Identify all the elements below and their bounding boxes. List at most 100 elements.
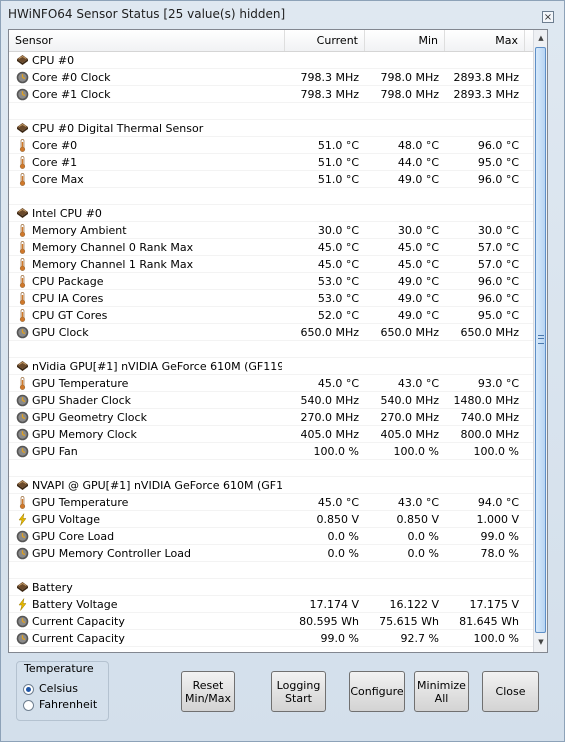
- sensor-row[interactable]: GPU Memory Clock 405.0 MHz 405.0 MHz 800.0 …: [9, 426, 533, 443]
- vertical-scrollbar[interactable]: ▲ ▼: [533, 30, 547, 652]
- sensor-name: Battery: [32, 581, 73, 594]
- window-close-button[interactable]: ×: [542, 11, 554, 23]
- min-value: 92.7 %: [400, 632, 439, 645]
- sensor-name: nVidia GPU[#1] nVIDIA GeForce 610M (GF11…: [32, 360, 282, 373]
- sensor-row[interactable]: GPU Temperature 45.0 °C 43.0 °C 94.0 °C: [9, 494, 533, 511]
- min-value: 405.0 MHz: [380, 428, 439, 441]
- min-value: [365, 52, 439, 69]
- sensor-row[interactable]: Memory Channel 0 Rank Max 45.0 °C 45.0 °C 5…: [9, 239, 533, 256]
- sensor-group-row[interactable]: CPU #0 Digital Thermal Sensor: [9, 120, 533, 137]
- current-value: [285, 188, 359, 205]
- sensor-row[interactable]: Core #1 Clock 798.3 MHz 798.0 MHz 2893.3 MH…: [9, 86, 533, 103]
- min-value: 44.0 °C: [397, 156, 439, 169]
- sensor-group-row[interactable]: Intel CPU #0: [9, 205, 533, 222]
- fahrenheit-radio[interactable]: [23, 700, 34, 711]
- current-value: 45.0 °C: [317, 258, 359, 271]
- min-value: 75.615 Wh: [379, 615, 439, 628]
- logging-start-button[interactable]: Logging Start: [271, 671, 326, 712]
- grip-icon: [538, 335, 544, 344]
- sensor-row[interactable]: Memory Ambient 30.0 °C 30.0 °C 30.0 °C: [9, 222, 533, 239]
- sensor-row[interactable]: CPU IA Cores 53.0 °C 49.0 °C 96.0 °C: [9, 290, 533, 307]
- minimize-button-line2: All: [434, 691, 449, 705]
- table-header: Sensor Current Min Max: [9, 30, 533, 52]
- celsius-radio[interactable]: [23, 684, 34, 695]
- min-value: [365, 188, 439, 205]
- sensor-name: GPU Shader Clock: [32, 394, 132, 407]
- close-button[interactable]: Close: [482, 671, 539, 712]
- current-value: [285, 579, 359, 596]
- max-value: 1480.0 MHz: [453, 394, 519, 407]
- configure-button[interactable]: Configure: [349, 671, 405, 712]
- sensor-group-row[interactable]: nVidia GPU[#1] nVIDIA GeForce 610M (GF11…: [9, 358, 533, 375]
- max-value: 100.0 %: [473, 632, 519, 645]
- title-bar[interactable]: HWiNFO64 Sensor Status [25 value(s) hidd…: [1, 1, 564, 28]
- current-value: [285, 205, 359, 222]
- max-value: 2893.8 MHz: [453, 71, 519, 84]
- sensor-row[interactable]: GPU Voltage 0.850 V 0.850 V 1.000 V: [9, 511, 533, 528]
- max-value: 96.0 °C: [477, 292, 519, 305]
- min-value: 43.0 °C: [397, 496, 439, 509]
- current-value: 17.174 V: [309, 598, 359, 611]
- sensor-name: GPU Temperature: [32, 377, 129, 390]
- min-value: 45.0 °C: [397, 241, 439, 254]
- sensor-row[interactable]: Battery Voltage 17.174 V 16.122 V 17.175 V: [9, 596, 533, 613]
- sensor-row[interactable]: GPU Shader Clock 540.0 MHz 540.0 MHz 1480.0…: [9, 392, 533, 409]
- max-value: 95.0 °C: [477, 309, 519, 322]
- column-header-max[interactable]: Max: [445, 30, 525, 51]
- sensor-row[interactable]: Current Capacity 80.595 Wh 75.615 Wh 81.645…: [9, 613, 533, 630]
- sensor-row[interactable]: GPU Memory Controller Load 0.0 % 0.0 % 78.0…: [9, 545, 533, 562]
- max-value: [445, 358, 519, 375]
- sensor-row[interactable]: GPU Geometry Clock 270.0 MHz 270.0 MHz 740.…: [9, 409, 533, 426]
- scroll-up-arrow-icon[interactable]: ▲: [535, 32, 547, 45]
- current-value: 53.0 °C: [317, 292, 359, 305]
- min-value: 16.122 V: [389, 598, 439, 611]
- celsius-label[interactable]: Celsius: [39, 682, 78, 695]
- current-value: 270.0 MHz: [300, 411, 359, 424]
- current-value: 45.0 °C: [317, 241, 359, 254]
- reset-min-max-button[interactable]: Reset Min/Max: [181, 671, 235, 712]
- sensor-row[interactable]: Core #0 Clock 798.3 MHz 798.0 MHz 2893.8 MH…: [9, 69, 533, 86]
- max-value: [445, 188, 519, 205]
- max-value: 740.0 MHz: [460, 411, 519, 424]
- current-value: [285, 562, 359, 579]
- max-value: [445, 477, 519, 494]
- current-value: [285, 52, 359, 69]
- sensor-name: Core #0 Clock: [32, 71, 111, 84]
- close-button-label: Close: [495, 685, 526, 698]
- min-value: 49.0 °C: [397, 173, 439, 186]
- current-value: [285, 341, 359, 358]
- max-value: [445, 103, 519, 120]
- sensor-row[interactable]: Core #0 51.0 °C 48.0 °C 96.0 °C: [9, 137, 533, 154]
- sensor-name: GPU Memory Clock: [32, 428, 137, 441]
- sensor-row[interactable]: Memory Channel 1 Rank Max 45.0 °C 45.0 °C 5…: [9, 256, 533, 273]
- column-header-current[interactable]: Current: [285, 30, 365, 51]
- sensor-row[interactable]: GPU Clock 650.0 MHz 650.0 MHz 650.0 MHz: [9, 324, 533, 341]
- scroll-thumb[interactable]: [535, 47, 546, 633]
- minimize-all-button[interactable]: Minimize All: [414, 671, 469, 712]
- column-header-sensor[interactable]: Sensor: [9, 30, 285, 51]
- sensor-name: Core #0: [32, 139, 78, 152]
- sensor-row[interactable]: GPU Fan 100.0 % 100.0 % 100.0 %: [9, 443, 533, 460]
- sensor-row[interactable]: Current Capacity 99.0 % 92.7 % 100.0 %: [9, 630, 533, 647]
- sensor-row[interactable]: Core Max 51.0 °C 49.0 °C 96.0 °C: [9, 171, 533, 188]
- sensor-row[interactable]: CPU Package 53.0 °C 49.0 °C 96.0 °C: [9, 273, 533, 290]
- sensor-rows: CPU #0 Core #0 Clock 798.3 MHz 798.0 MHz 289…: [9, 52, 533, 647]
- current-value: [285, 120, 359, 137]
- column-header-min[interactable]: Min: [365, 30, 445, 51]
- sensor-group-row[interactable]: NVAPI @ GPU[#1] nVIDIA GeForce 610M (GF1…: [9, 477, 533, 494]
- sensor-row[interactable]: Core #1 51.0 °C 44.0 °C 95.0 °C: [9, 154, 533, 171]
- current-value: 0.850 V: [316, 513, 359, 526]
- min-value: 48.0 °C: [397, 139, 439, 152]
- min-value: 49.0 °C: [397, 292, 439, 305]
- min-value: 0.0 %: [407, 547, 439, 560]
- scroll-down-arrow-icon[interactable]: ▼: [535, 636, 547, 649]
- sensor-name: [32, 460, 282, 477]
- sensor-group-row[interactable]: Battery: [9, 579, 533, 596]
- sensor-row[interactable]: GPU Core Load 0.0 % 0.0 % 99.0 %: [9, 528, 533, 545]
- fahrenheit-label[interactable]: Fahrenheit: [39, 698, 97, 711]
- sensor-group-row[interactable]: CPU #0: [9, 52, 533, 69]
- sensor-row[interactable]: CPU GT Cores 52.0 °C 49.0 °C 95.0 °C: [9, 307, 533, 324]
- temperature-group-label: Temperature: [24, 662, 94, 675]
- current-value: 650.0 MHz: [300, 326, 359, 339]
- sensor-row[interactable]: GPU Temperature 45.0 °C 43.0 °C 93.0 °C: [9, 375, 533, 392]
